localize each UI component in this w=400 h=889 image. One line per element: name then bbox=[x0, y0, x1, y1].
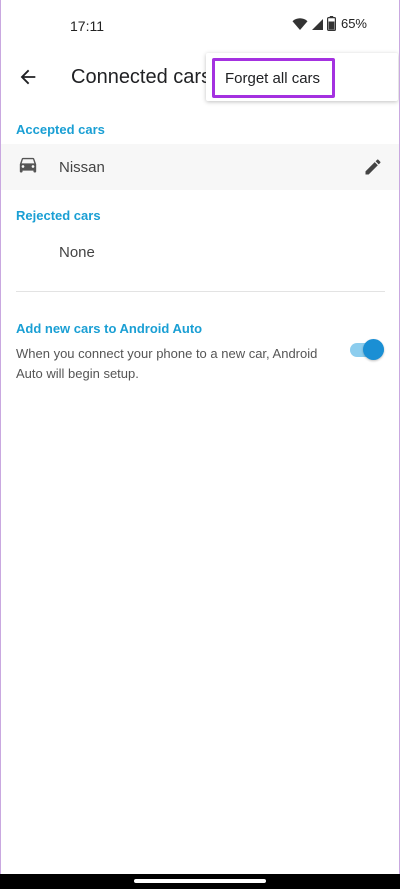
rejected-cars-header: Rejected cars bbox=[16, 208, 101, 223]
battery-icon bbox=[326, 16, 336, 31]
car-list-item[interactable]: Nissan bbox=[1, 144, 399, 190]
forget-all-cars-menu-item[interactable]: Forget all cars bbox=[212, 58, 335, 98]
signal-icon bbox=[311, 18, 323, 30]
wifi-icon bbox=[292, 17, 308, 30]
battery-level: 65% bbox=[340, 16, 367, 31]
add-new-cars-description: When you connect your phone to a new car… bbox=[16, 346, 318, 381]
edit-icon[interactable] bbox=[363, 157, 383, 177]
overflow-menu: Forget all cars bbox=[206, 53, 398, 101]
car-name: Nissan bbox=[59, 159, 105, 176]
accepted-cars-header: Accepted cars bbox=[16, 122, 105, 137]
arrow-back-icon[interactable] bbox=[17, 66, 39, 88]
screen: 17:11 65% Connected cars Forget all cars bbox=[0, 0, 400, 874]
car-icon bbox=[19, 157, 37, 173]
gesture-handle[interactable] bbox=[134, 879, 266, 883]
status-time: 17:11 bbox=[70, 18, 104, 34]
menu-item-label: Forget all cars bbox=[225, 69, 321, 87]
toggle-thumb bbox=[363, 339, 384, 360]
navigation-bar bbox=[0, 874, 400, 889]
add-new-cars-toggle[interactable] bbox=[350, 339, 384, 361]
page-title: Connected cars bbox=[71, 66, 212, 88]
add-new-cars-title: Add new cars to Android Auto bbox=[16, 321, 203, 336]
rejected-empty-text: None bbox=[59, 244, 95, 261]
divider bbox=[16, 291, 385, 292]
status-icons: 65% bbox=[292, 16, 367, 31]
status-bar: 17:11 65% bbox=[1, 0, 399, 50]
